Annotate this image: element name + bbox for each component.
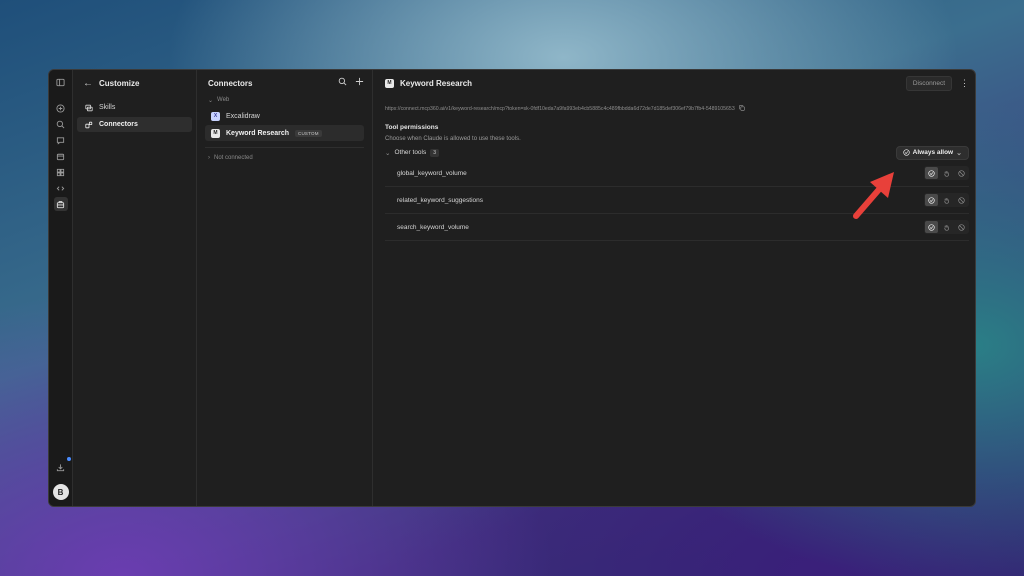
sidebar-item-label: Skills (99, 104, 116, 111)
tool-name: related_keyword_suggestions (397, 196, 483, 204)
permission-selector (924, 193, 969, 207)
annotation-arrow-icon (853, 172, 894, 219)
permission-selector (924, 220, 969, 234)
new-chat-icon[interactable] (54, 101, 68, 115)
notification-dot (66, 457, 71, 461)
tool-group-row: ⌄ Other tools 3 Always allow ⌄ (385, 145, 969, 160)
more-options-icon[interactable]: ⋮ (960, 78, 969, 89)
download-icon[interactable] (54, 457, 71, 474)
customize-title: Customize (99, 78, 140, 88)
tool-count-badge: 3 (430, 148, 440, 157)
keyword-research-icon: M (211, 128, 220, 138)
allow-check-icon[interactable] (925, 221, 938, 233)
check-circle-icon (903, 149, 910, 156)
block-icon[interactable] (955, 194, 968, 206)
chevron-down-icon: ⌄ (956, 149, 962, 157)
tool-name: global_keyword_volume (397, 169, 467, 177)
search-icon[interactable] (54, 117, 68, 131)
group-not-connected-label: Not connected (214, 155, 253, 161)
tool-group-toggle[interactable]: ⌄ Other tools 3 (385, 148, 440, 157)
allow-check-icon[interactable] (925, 194, 938, 206)
tool-name: search_keyword_volume (397, 223, 469, 231)
block-icon[interactable] (955, 221, 968, 233)
group-web[interactable]: ⌄ Web (205, 94, 364, 106)
connector-detail: M Keyword Research Disconnect ⋮ https://… (373, 70, 975, 506)
sidebar-item-label: Connectors (99, 121, 138, 128)
connector-label: Keyword Research (226, 129, 290, 137)
permission-selector (924, 166, 969, 180)
back-arrow-icon[interactable]: ← (83, 78, 93, 89)
chats-icon[interactable] (54, 133, 68, 147)
ask-hand-icon[interactable] (940, 194, 953, 206)
ask-hand-icon[interactable] (940, 221, 953, 233)
connectors-title: Connectors (208, 78, 253, 88)
avatar[interactable]: B (52, 484, 69, 500)
ask-hand-icon[interactable] (940, 167, 953, 179)
customize-icon[interactable] (53, 197, 68, 211)
allow-check-icon[interactable] (925, 167, 938, 179)
add-connector-icon[interactable] (355, 77, 364, 89)
keyword-research-icon: M (385, 78, 394, 88)
projects-icon[interactable] (54, 149, 68, 163)
sidebar-item-skills[interactable]: Skills (77, 100, 192, 115)
connectors-panel: Connectors ⌄ Web X Excalidraw M Keyword … (197, 70, 373, 506)
icon-rail: B (49, 70, 73, 506)
tool-group-label: Other tools (394, 149, 427, 156)
connectors-header: Connectors (205, 74, 364, 92)
search-connectors-icon[interactable] (338, 77, 347, 89)
sidebar-item-connectors[interactable]: Connectors (77, 117, 192, 132)
sidebar-toggle-icon[interactable] (54, 75, 68, 89)
connector-label: Excalidraw (226, 112, 260, 120)
excalidraw-icon: X (211, 111, 220, 121)
group-not-connected[interactable]: › Not connected (205, 152, 364, 164)
app-window: B ← Customize Skills Connectors Connecto… (48, 69, 976, 507)
connector-url: https://connect.mcp360.ai/v1/keyword-res… (385, 106, 735, 112)
divider (205, 147, 364, 148)
detail-header: M Keyword Research Disconnect ⋮ (385, 74, 969, 92)
permissions-description: Choose when Claude is allowed to use the… (385, 136, 521, 142)
code-icon[interactable] (54, 181, 68, 195)
customize-sidebar: ← Customize Skills Connectors (73, 70, 197, 506)
copy-icon[interactable] (739, 105, 745, 113)
chevron-right-icon: › (208, 155, 210, 161)
connector-url-row: https://connect.mcp360.ai/v1/keyword-res… (385, 104, 969, 114)
always-allow-label: Always allow (912, 149, 954, 156)
page-title: Keyword Research (400, 78, 473, 88)
always-allow-dropdown[interactable]: Always allow ⌄ (895, 145, 969, 160)
connector-item-keyword-research[interactable]: M Keyword Research CUSTOM (205, 125, 364, 141)
disconnect-button[interactable]: Disconnect (905, 75, 952, 91)
group-web-label: Web (217, 97, 230, 103)
customize-header: ← Customize (77, 74, 192, 92)
custom-badge: CUSTOM (295, 129, 322, 137)
chevron-down-icon: ⌄ (208, 97, 214, 104)
chevron-down-icon: ⌄ (385, 149, 391, 157)
artifacts-icon[interactable] (54, 165, 68, 179)
skills-icon (85, 104, 93, 111)
permissions-title: Tool permissions (385, 124, 439, 131)
block-icon[interactable] (955, 167, 968, 179)
connectors-icon (85, 121, 93, 128)
connector-item-excalidraw[interactable]: X Excalidraw (205, 108, 364, 124)
